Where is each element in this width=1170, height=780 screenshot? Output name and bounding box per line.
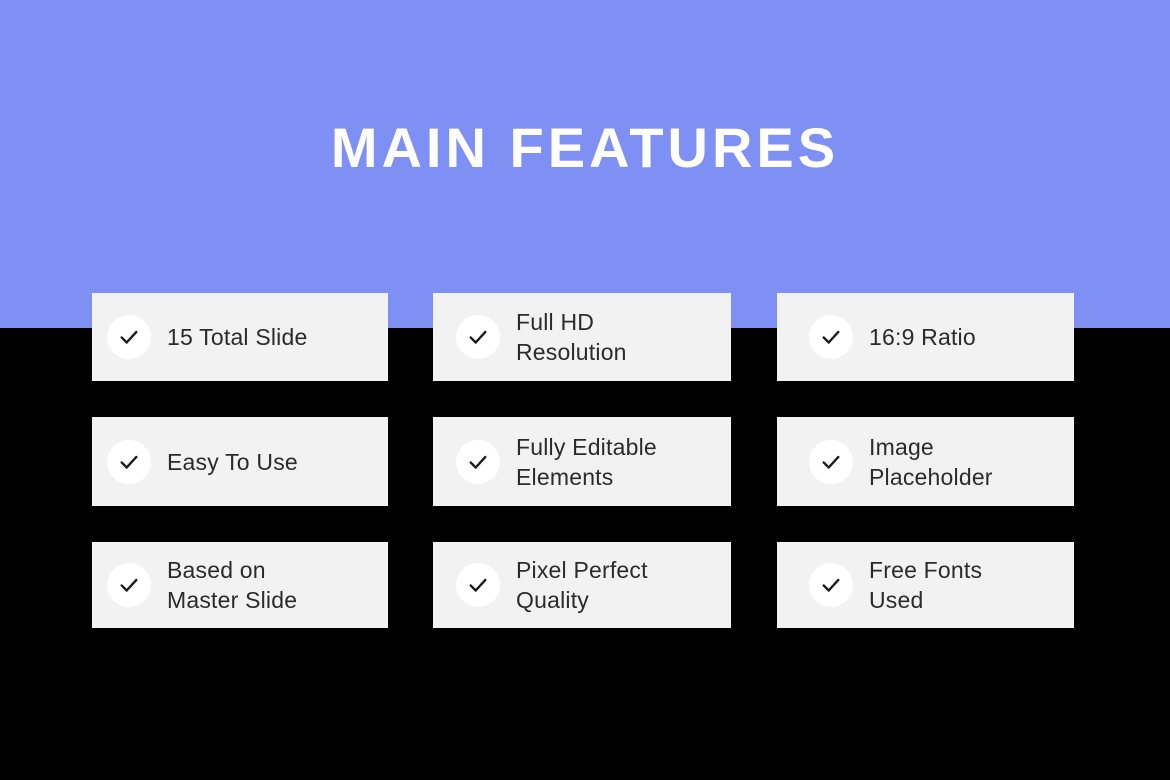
feature-label-line: Resolution bbox=[516, 339, 627, 365]
check-icon bbox=[809, 315, 853, 359]
feature-card-ratio[interactable]: 16:9 Ratio bbox=[777, 293, 1074, 381]
feature-label: Based on Master Slide bbox=[167, 555, 297, 615]
check-icon bbox=[809, 439, 853, 484]
feature-card-image-placeholder[interactable]: Image Placeholder bbox=[777, 417, 1074, 506]
feature-label-line: Master Slide bbox=[167, 587, 298, 613]
feature-label: Pixel Perfect Quality bbox=[516, 555, 648, 615]
page-title: MAIN FEATURES bbox=[330, 116, 840, 179]
feature-label-line: Free Fonts bbox=[869, 557, 983, 583]
features-grid: 15 Total Slide Full HD Resolution 16:9 Rati… bbox=[92, 293, 1074, 628]
feature-label: Image Placeholder bbox=[869, 432, 993, 492]
feature-card-total-slide[interactable]: 15 Total Slide bbox=[92, 293, 388, 381]
feature-card-fully-editable[interactable]: Fully Editable Elements bbox=[433, 417, 731, 506]
check-icon bbox=[107, 563, 151, 607]
feature-label-line: Pixel Perfect bbox=[516, 557, 648, 583]
feature-label-line: Full HD bbox=[516, 309, 595, 335]
feature-label-line: Easy To Use bbox=[167, 448, 298, 475]
feature-label-line: Placeholder bbox=[869, 463, 993, 490]
feature-label-line: Quality bbox=[516, 587, 589, 613]
feature-slide: MAIN FEATURES 15 Total Slide Full HD Resol… bbox=[0, 0, 1170, 780]
feature-card-master-slide[interactable]: Based on Master Slide bbox=[92, 542, 388, 628]
feature-card-easy-to-use[interactable]: Easy To Use bbox=[92, 417, 388, 506]
check-icon bbox=[809, 563, 853, 607]
feature-label-line: Based on bbox=[167, 557, 266, 583]
feature-card-free-fonts[interactable]: Free Fonts Used bbox=[777, 542, 1074, 628]
check-icon bbox=[107, 315, 151, 359]
feature-label-line: Elements bbox=[516, 463, 614, 490]
check-icon bbox=[456, 315, 500, 359]
check-icon bbox=[107, 439, 151, 484]
feature-label: Full HD Resolution bbox=[516, 307, 627, 367]
check-icon bbox=[456, 439, 500, 484]
feature-card-full-hd[interactable]: Full HD Resolution bbox=[433, 293, 731, 381]
feature-label-line: 16:9 Ratio bbox=[869, 324, 976, 350]
check-icon bbox=[456, 563, 500, 607]
feature-card-pixel-perfect[interactable]: Pixel Perfect Quality bbox=[433, 542, 731, 628]
feature-label: Fully Editable Elements bbox=[516, 432, 657, 492]
feature-label: 15 Total Slide bbox=[167, 322, 307, 352]
feature-label-line: Image bbox=[869, 433, 934, 460]
feature-label: 16:9 Ratio bbox=[869, 322, 976, 352]
feature-label: Free Fonts Used bbox=[869, 555, 982, 615]
feature-label: Easy To Use bbox=[167, 447, 298, 477]
feature-label-line: Used bbox=[869, 587, 924, 613]
feature-label-line: 15 Total Slide bbox=[167, 324, 308, 350]
feature-label-line: Fully Editable bbox=[516, 433, 657, 460]
